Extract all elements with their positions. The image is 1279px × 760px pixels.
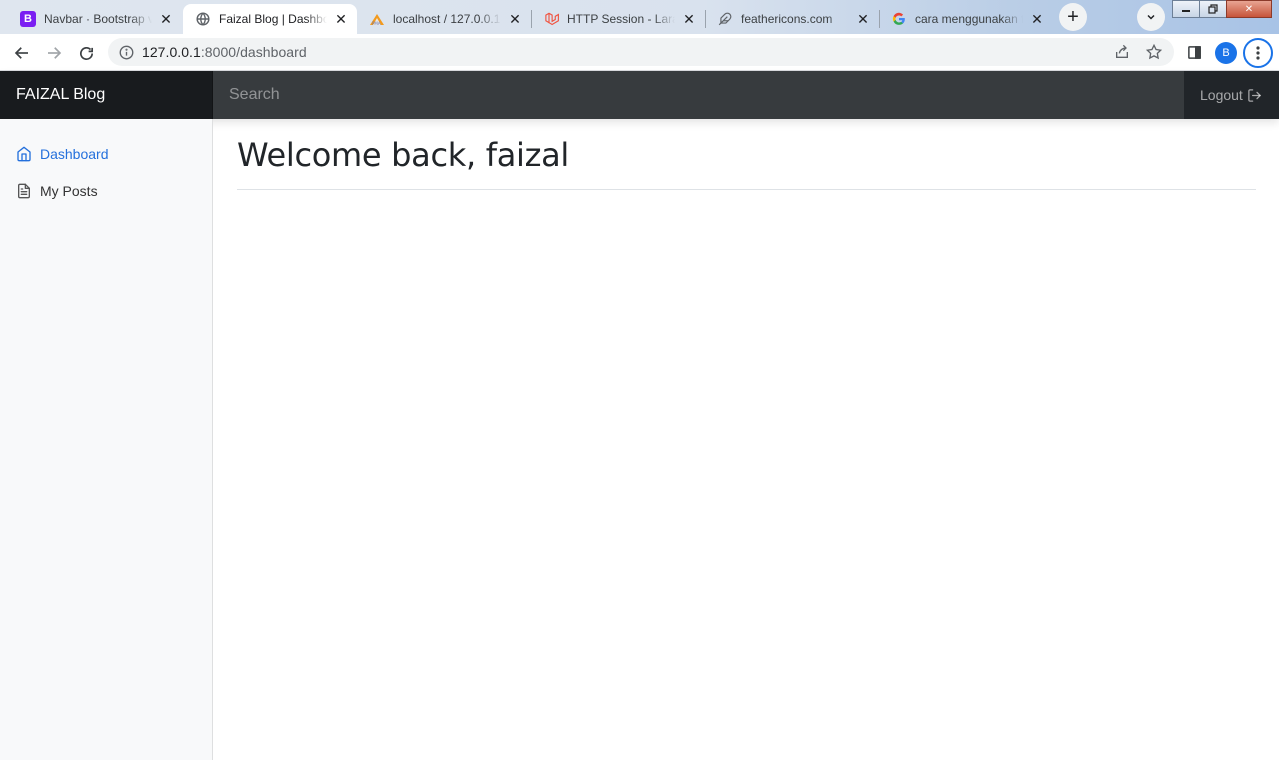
- tab-faizal-blog-dashboard[interactable]: Faizal Blog | Dashboard ✕: [183, 4, 357, 34]
- page-title: Welcome back, faizal: [237, 136, 570, 174]
- more-vertical-icon: [1256, 46, 1260, 60]
- browser-tab-strip: B Navbar · Bootstrap v5.2 ✕ Faizal Blog …: [0, 0, 1279, 34]
- tab-title: cara menggunakan feather icons: [915, 12, 1023, 26]
- bootstrap-icon: B: [20, 11, 36, 27]
- tab-search-button[interactable]: [1137, 3, 1165, 31]
- sidebar-item-my-posts[interactable]: My Posts: [16, 179, 98, 203]
- info-icon[interactable]: [118, 44, 134, 60]
- reload-button[interactable]: [73, 40, 99, 66]
- google-icon: [891, 11, 907, 27]
- tab-feathericons[interactable]: feathericons.com ✕: [705, 4, 879, 34]
- sidebar-item-label: Dashboard: [40, 146, 109, 162]
- arrow-right-icon: [48, 47, 62, 59]
- restore-button[interactable]: [1199, 0, 1227, 18]
- close-icon[interactable]: ✕: [507, 11, 523, 27]
- browser-menu-button[interactable]: [1243, 38, 1273, 68]
- url-text: 127.0.0.1:8000/dashboard: [142, 44, 307, 60]
- url-host: 127.0.0.1: [142, 44, 201, 60]
- tab-google-search[interactable]: cara menggunakan feather icons ✕: [879, 4, 1053, 34]
- sidebar-item-label: My Posts: [40, 183, 98, 199]
- logout-label: Logout: [1200, 87, 1243, 103]
- restore-icon: [1208, 4, 1218, 14]
- side-panel-icon: [1187, 45, 1201, 59]
- window-controls: ✕: [1172, 0, 1272, 19]
- side-panel-button[interactable]: [1182, 40, 1206, 64]
- search-input[interactable]: [213, 71, 1184, 119]
- laravel-icon: [543, 11, 559, 27]
- plus-icon: +: [1067, 5, 1079, 28]
- browser-toolbar: 127.0.0.1:8000/dashboard B: [0, 34, 1279, 71]
- chevron-down-icon: [1147, 14, 1155, 20]
- log-out-icon: [1248, 88, 1261, 102]
- close-icon: ✕: [1244, 3, 1254, 15]
- svg-text:PMA: PMA: [372, 21, 381, 26]
- address-bar[interactable]: 127.0.0.1:8000/dashboard: [108, 38, 1174, 66]
- profile-avatar[interactable]: B: [1215, 42, 1237, 64]
- app-navbar: FAIZAL Blog Logout: [0, 71, 1279, 119]
- reload-icon: [79, 46, 93, 60]
- phpmyadmin-icon: PMA: [369, 11, 385, 27]
- tab-title: Faizal Blog | Dashboard: [219, 12, 327, 26]
- sidebar-item-dashboard[interactable]: Dashboard: [16, 142, 109, 166]
- star-icon: [1146, 44, 1162, 60]
- close-icon[interactable]: ✕: [158, 11, 174, 27]
- tab-title: localhost / 127.0.0.1 | phpMyAdmin: [393, 12, 501, 26]
- share-icon: [1116, 44, 1128, 58]
- close-icon[interactable]: ✕: [855, 11, 871, 27]
- tab-http-session-laravel[interactable]: HTTP Session - Laravel ✕: [531, 4, 705, 34]
- tab-title: feathericons.com: [741, 12, 833, 26]
- minimize-icon: [1182, 10, 1190, 12]
- close-window-button[interactable]: ✕: [1226, 0, 1272, 18]
- close-icon[interactable]: ✕: [1029, 11, 1045, 27]
- sidebar: Dashboard My Posts: [0, 119, 213, 760]
- new-tab-button[interactable]: +: [1059, 3, 1087, 31]
- file-text-icon: [16, 183, 32, 199]
- tab-navbar-bootstrap[interactable]: B Navbar · Bootstrap v5.2 ✕: [8, 4, 182, 34]
- back-button[interactable]: [9, 40, 35, 66]
- tab-title: Navbar · Bootstrap v5.2: [44, 12, 152, 26]
- logout-button[interactable]: Logout: [1184, 71, 1279, 119]
- minimize-button[interactable]: [1172, 0, 1200, 18]
- bookmark-button[interactable]: [1142, 40, 1166, 64]
- arrow-left-icon: [14, 47, 28, 59]
- close-icon[interactable]: ✕: [681, 11, 697, 27]
- tab-phpmyadmin[interactable]: PMA localhost / 127.0.0.1 | phpMyAdmin ✕: [357, 4, 531, 34]
- share-button[interactable]: [1110, 40, 1134, 64]
- brand-link[interactable]: FAIZAL Blog: [0, 71, 213, 119]
- forward-button[interactable]: [41, 40, 67, 66]
- globe-icon: [195, 11, 211, 27]
- tab-title: HTTP Session - Laravel: [567, 12, 675, 26]
- title-divider: [237, 189, 1256, 190]
- feather-icon: [717, 11, 733, 27]
- close-icon[interactable]: ✕: [333, 11, 349, 27]
- home-icon: [16, 146, 32, 162]
- url-path: :8000/dashboard: [200, 44, 307, 60]
